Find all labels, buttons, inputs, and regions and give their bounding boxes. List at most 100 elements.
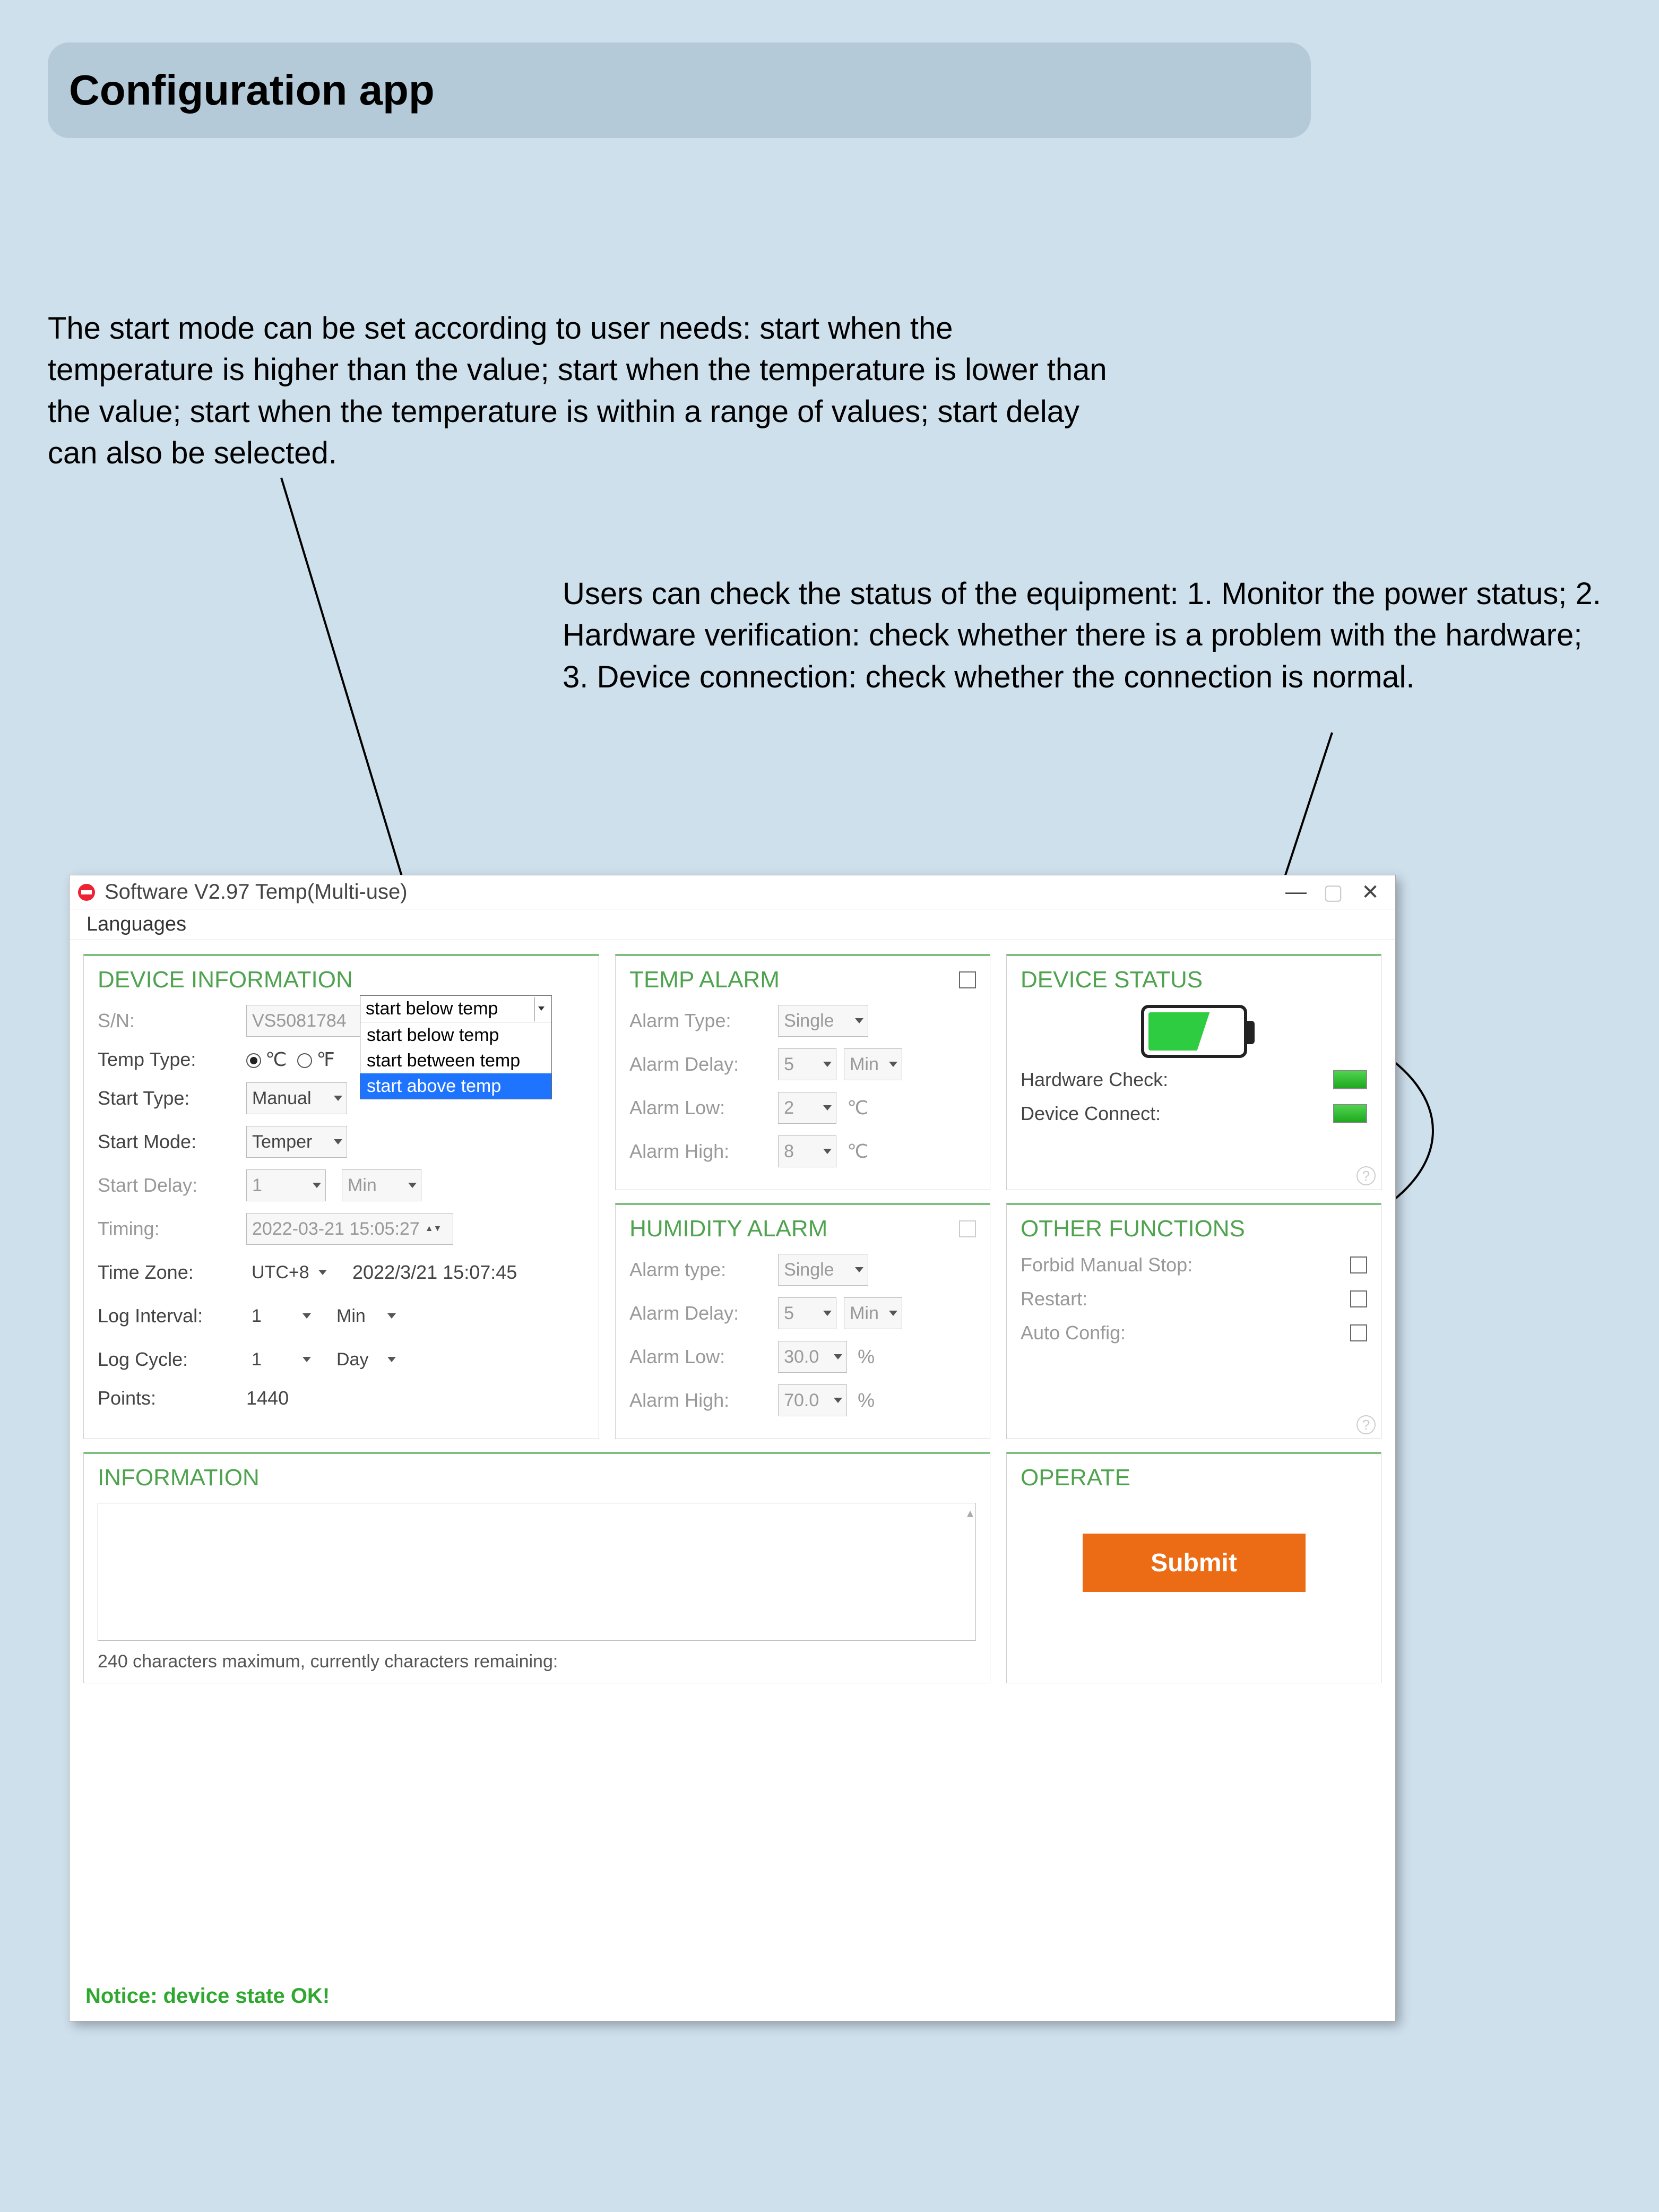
- ta-low-unit: ℃: [847, 1097, 868, 1119]
- temp-alarm-enable-checkbox[interactable]: [959, 971, 976, 988]
- titlebar: Software V2.97 Temp(Multi-use) — ▢ ✕: [70, 875, 1395, 909]
- log-cycle-value[interactable]: 1: [246, 1344, 315, 1375]
- timing-label: Timing:: [98, 1218, 246, 1240]
- start-mode-label: Start Mode:: [98, 1131, 246, 1153]
- forbid-checkbox[interactable]: [1350, 1256, 1367, 1273]
- ha-low-label: Alarm Low:: [629, 1346, 778, 1368]
- operate-title: OPERATE: [1021, 1465, 1367, 1491]
- devconn-label: Device Connect:: [1021, 1103, 1161, 1125]
- window-title: Software V2.97 Temp(Multi-use): [105, 880, 1277, 904]
- log-interval-value[interactable]: 1: [246, 1300, 315, 1332]
- other-fn-title: OTHER FUNCTIONS: [1021, 1216, 1367, 1242]
- ha-high-unit: %: [858, 1389, 875, 1411]
- help-icon[interactable]: ?: [1356, 1166, 1376, 1185]
- scroll-up-icon[interactable]: ▴: [967, 1505, 973, 1521]
- ta-type-label: Alarm Type:: [629, 1010, 778, 1032]
- help-icon-2[interactable]: ?: [1356, 1415, 1376, 1434]
- close-button[interactable]: ✕: [1352, 876, 1389, 908]
- humidity-alarm-enable-checkbox[interactable]: [959, 1220, 976, 1237]
- log-interval-unit[interactable]: Min: [331, 1300, 400, 1332]
- auto-checkbox[interactable]: [1350, 1324, 1367, 1341]
- maximize-button[interactable]: ▢: [1315, 876, 1352, 908]
- timezone-now: 2022/3/21 15:07:45: [352, 1261, 517, 1284]
- ha-delay-value[interactable]: 5: [778, 1297, 836, 1329]
- celsius-label: ℃: [265, 1048, 287, 1071]
- submit-button[interactable]: Submit: [1083, 1534, 1306, 1592]
- restart-label: Restart:: [1021, 1288, 1087, 1310]
- start-mode-dropdown[interactable]: start below temp start below temp start …: [360, 995, 552, 1099]
- dropdown-opt-above[interactable]: start above temp: [360, 1073, 551, 1099]
- ha-low-value[interactable]: 30.0: [778, 1341, 847, 1373]
- ta-delay-unit[interactable]: Min: [844, 1048, 902, 1080]
- group-device-status: DEVICE STATUS Hardware Check: Device Con…: [1006, 954, 1381, 1190]
- start-type-label: Start Type:: [98, 1087, 246, 1109]
- group-other-functions: OTHER FUNCTIONS Forbid Manual Stop: Rest…: [1006, 1203, 1381, 1439]
- temp-type-label: Temp Type:: [98, 1048, 246, 1071]
- ha-delay-label: Alarm Delay:: [629, 1302, 778, 1324]
- humidity-alarm-title: HUMIDITY ALARM: [629, 1216, 976, 1242]
- ta-high-label: Alarm High:: [629, 1140, 778, 1163]
- row-start-delay: Start Delay: 1 Min: [98, 1169, 585, 1201]
- timezone-label: Time Zone:: [98, 1261, 246, 1284]
- start-delay-label: Start Delay:: [98, 1174, 246, 1197]
- information-hint: 240 characters maximum, currently charac…: [98, 1651, 976, 1672]
- start-type-select[interactable]: Manual: [246, 1082, 347, 1114]
- page-title-bar: Configuration app: [48, 42, 1311, 138]
- hwcheck-led: [1333, 1070, 1367, 1089]
- ha-delay-unit[interactable]: Min: [844, 1297, 902, 1329]
- radio-fahrenheit[interactable]: [297, 1053, 312, 1068]
- start-delay-value[interactable]: 1: [246, 1169, 326, 1201]
- sn-label: S/N:: [98, 1010, 246, 1032]
- start-delay-unit[interactable]: Min: [342, 1169, 421, 1201]
- row-log-cycle: Log Cycle: 1 Day: [98, 1344, 585, 1375]
- points-label: Points:: [98, 1387, 246, 1409]
- ta-high-value[interactable]: 8: [778, 1135, 836, 1167]
- row-start-mode: Start Mode: Temper: [98, 1126, 585, 1158]
- group-device-information: DEVICE INFORMATION S/N: VS5081784 Temp T…: [83, 954, 599, 1439]
- dropdown-opt-between[interactable]: start between temp: [360, 1048, 551, 1073]
- radio-celsius[interactable]: [246, 1053, 261, 1068]
- group-operate: OPERATE Submit: [1006, 1452, 1381, 1683]
- battery-icon: [1141, 1005, 1247, 1058]
- row-timezone: Time Zone: UTC+8 2022/3/21 15:07:45: [98, 1256, 585, 1288]
- app-window: Software V2.97 Temp(Multi-use) — ▢ ✕ Lan…: [69, 875, 1396, 2021]
- temp-alarm-title: TEMP ALARM: [629, 967, 976, 993]
- points-value: 1440: [246, 1387, 289, 1409]
- auto-label: Auto Config:: [1021, 1322, 1126, 1344]
- ta-high-unit: ℃: [847, 1140, 868, 1163]
- forbid-label: Forbid Manual Stop:: [1021, 1254, 1193, 1276]
- page-title: Configuration app: [69, 66, 435, 115]
- ha-type-label: Alarm type:: [629, 1259, 778, 1281]
- timing-input[interactable]: 2022-03-21 15:05:27▲▼: [246, 1213, 453, 1245]
- log-interval-label: Log Interval:: [98, 1305, 246, 1327]
- log-cycle-unit[interactable]: Day: [331, 1344, 400, 1375]
- ta-delay-value[interactable]: 5: [778, 1048, 836, 1080]
- fahrenheit-label: ℉: [316, 1048, 334, 1071]
- dropdown-current[interactable]: start below temp: [360, 996, 551, 1022]
- minimize-button[interactable]: —: [1277, 876, 1315, 908]
- devconn-led: [1333, 1104, 1367, 1123]
- app-logo-icon: [76, 882, 97, 903]
- device-info-title: DEVICE INFORMATION: [98, 967, 585, 993]
- information-textarea[interactable]: ▴: [98, 1503, 976, 1641]
- ta-type-select[interactable]: Single: [778, 1005, 868, 1037]
- group-information: INFORMATION ▴ 240 characters maximum, cu…: [83, 1452, 990, 1683]
- ha-low-unit: %: [858, 1346, 875, 1368]
- ha-type-select[interactable]: Single: [778, 1254, 868, 1286]
- restart-checkbox[interactable]: [1350, 1290, 1367, 1307]
- dropdown-opt-below[interactable]: start below temp: [360, 1022, 551, 1048]
- content-area: DEVICE INFORMATION S/N: VS5081784 Temp T…: [70, 940, 1395, 1697]
- group-humidity-alarm: HUMIDITY ALARM Alarm type: Single Alarm …: [615, 1203, 990, 1439]
- timezone-select[interactable]: UTC+8: [246, 1256, 331, 1288]
- ha-high-value[interactable]: 70.0: [778, 1384, 847, 1416]
- information-title: INFORMATION: [98, 1465, 976, 1491]
- ha-high-label: Alarm High:: [629, 1389, 778, 1411]
- ta-low-value[interactable]: 2: [778, 1092, 836, 1124]
- callout-startmode: The start mode can be set according to u…: [48, 308, 1109, 474]
- menubar: Languages: [70, 909, 1395, 940]
- menu-languages[interactable]: Languages: [80, 911, 193, 938]
- hwcheck-label: Hardware Check:: [1021, 1069, 1168, 1091]
- footer-notice: Notice: device state OK!: [85, 1984, 330, 2008]
- start-mode-select[interactable]: Temper: [246, 1126, 347, 1158]
- row-timing: Timing: 2022-03-21 15:05:27▲▼: [98, 1213, 585, 1245]
